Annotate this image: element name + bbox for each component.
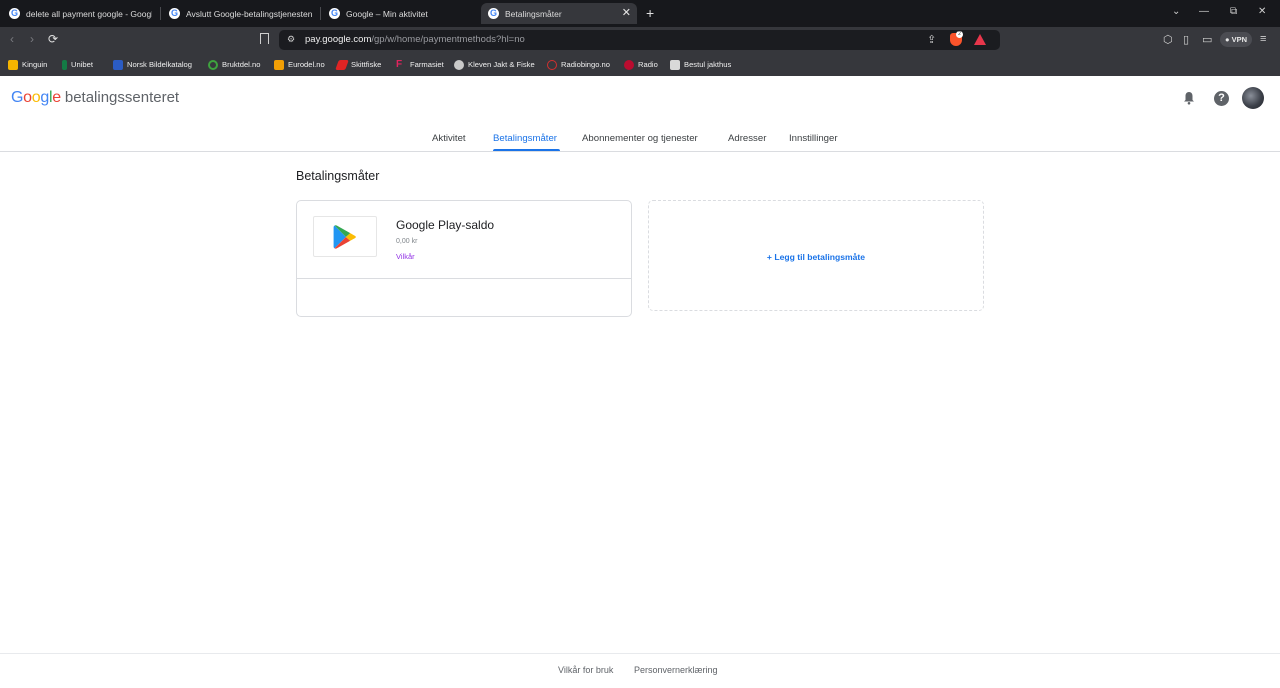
forward-icon[interactable]: ›: [30, 32, 34, 46]
skittfiske-icon: [335, 59, 349, 70]
tab-search-icon[interactable]: ⌄: [1172, 6, 1180, 17]
close-window-icon[interactable]: ✕: [1258, 6, 1266, 17]
privacy-policy-link[interactable]: Personvernerklæring: [634, 665, 718, 675]
add-payment-method-card[interactable]: + Legg til betalingsmåte: [648, 200, 984, 311]
google-play-icon: [333, 225, 356, 249]
account-avatar[interactable]: [1242, 87, 1264, 109]
payment-method-name: Google Play-saldo: [396, 218, 495, 232]
bookmark-item[interactable]: Kleven Jakt & Fiske: [454, 59, 535, 70]
radiobingo-icon: [547, 59, 557, 70]
menu-icon[interactable]: ≡: [1260, 33, 1266, 45]
browser-tab-label: delete all payment google - Google: [26, 8, 152, 19]
browser-tab[interactable]: G delete all payment google - Google: [9, 3, 152, 24]
bestul-icon: [670, 59, 680, 70]
shields-count-badge: 2: [956, 31, 963, 38]
browser-tab[interactable]: G Avslutt Google-betalingstjenesten fo: [169, 3, 312, 24]
browser-tab-label: Google – Min aktivitet: [346, 8, 428, 19]
active-tab-indicator: [493, 149, 560, 151]
payment-method-balance: 0,00 kr: [396, 238, 418, 245]
minimize-icon[interactable]: —: [1199, 6, 1209, 17]
bookmark-item[interactable]: Kinguin: [8, 59, 47, 70]
bookmark-item[interactable]: Norsk Bildelkatalog: [113, 59, 192, 70]
share-icon[interactable]: ⇪: [927, 33, 936, 46]
vpn-button[interactable]: ● VPN: [1220, 32, 1253, 47]
google-wordmark-letter: o: [23, 89, 32, 106]
google-wordmark-letter: g: [40, 89, 49, 106]
add-payment-method-button[interactable]: + Legg til betalingsmåte: [649, 252, 983, 262]
bookmark-item[interactable]: Radio: [624, 59, 658, 70]
google-favicon-icon: G: [169, 8, 180, 19]
page-header: Google betalingssenteret ?: [0, 76, 1280, 124]
back-icon[interactable]: ‹: [10, 32, 14, 46]
farmasiet-icon: F: [396, 58, 403, 70]
google-pay-logo[interactable]: Google betalingssenteret: [11, 89, 179, 107]
unibet-icon: [62, 59, 67, 70]
reload-icon[interactable]: ⟳: [48, 32, 58, 46]
bookmarks-bar: Kinguin Unibet Norsk Bildelkatalog Brukt…: [0, 53, 1280, 76]
extensions-icon[interactable]: ⬡: [1163, 33, 1173, 46]
page-title: Betalingsmåter: [296, 169, 380, 183]
bookmark-icon[interactable]: [260, 33, 269, 44]
google-favicon-icon: G: [488, 8, 499, 19]
tab-divider: [160, 7, 161, 20]
bookmark-item[interactable]: Bruktdel.no: [208, 59, 260, 70]
tab-subscriptions[interactable]: Abonnementer og tjenester: [582, 133, 698, 144]
new-tab-button[interactable]: +: [646, 5, 654, 21]
url-text[interactable]: pay.google.com/gp/w/home/paymentmethods?…: [305, 34, 525, 45]
main-nav: Aktivitet Betalingsmåter Abonnementer og…: [0, 124, 1280, 152]
eurodel-icon: [274, 59, 284, 70]
browser-tab-label: Avslutt Google-betalingstjenesten fo: [186, 8, 312, 19]
browser-toolbar: ‹ › ⟳ ⚙ pay.google.com/gp/w/home/payment…: [0, 27, 1280, 53]
terms-of-service-link[interactable]: Vilkår for bruk: [558, 665, 613, 675]
browser-tab-strip: G delete all payment google - Google G A…: [0, 0, 1280, 27]
bookmark-item[interactable]: Eurodel.no: [274, 59, 325, 70]
card-divider: [297, 278, 631, 279]
google-wordmark-letter: G: [11, 89, 24, 106]
site-info-icon[interactable]: ⚙: [287, 34, 295, 45]
bildel-icon: [113, 59, 123, 70]
product-name: betalingssenteret: [64, 89, 180, 106]
bookmark-item[interactable]: Bestul jakthus: [670, 59, 731, 70]
bookmark-item[interactable]: Unibet: [62, 59, 93, 70]
google-favicon-icon: G: [9, 8, 20, 19]
address-bar[interactable]: ⚙ pay.google.com/gp/w/home/paymentmethod…: [279, 30, 1000, 50]
browser-tab-active[interactable]: G Betalingsmåter ✕: [481, 3, 637, 24]
tab-activity[interactable]: Aktivitet: [432, 133, 466, 144]
payment-method-card[interactable]: Google Play-saldo 0,00 kr Vilkår: [296, 200, 632, 317]
bookmark-item[interactable]: Radiobingo.no: [547, 59, 610, 70]
page-footer: Vilkår for bruk Personvernerklæring: [0, 653, 1280, 688]
notifications-bell-icon[interactable]: [1183, 91, 1195, 105]
payment-method-logo: [313, 216, 377, 257]
google-wordmark-letter: e: [52, 89, 61, 106]
bruktdel-icon: [208, 59, 218, 70]
brave-rewards-icon[interactable]: [974, 34, 986, 45]
google-wordmark: Google: [11, 89, 61, 107]
tab-payment-methods[interactable]: Betalingsmåter: [493, 133, 557, 144]
google-favicon-icon: G: [329, 8, 340, 19]
norway-flag-icon: [624, 59, 634, 70]
help-icon[interactable]: ?: [1214, 91, 1229, 106]
bookmark-item[interactable]: Skittfiske: [335, 59, 381, 70]
globe-icon: [454, 59, 464, 70]
crown-icon: [8, 59, 18, 70]
maximize-icon[interactable]: ⧉: [1230, 6, 1237, 17]
wallet-icon[interactable]: ▭: [1202, 33, 1212, 46]
close-tab-icon[interactable]: ✕: [622, 6, 631, 19]
sidebar-icon[interactable]: ▯: [1183, 33, 1189, 46]
tab-settings[interactable]: Innstillinger: [789, 133, 838, 144]
terms-link[interactable]: Vilkår: [396, 252, 415, 261]
browser-tab-label: Betalingsmåter: [505, 8, 562, 19]
tab-divider: [320, 7, 321, 20]
browser-tab[interactable]: G Google – Min aktivitet: [329, 3, 472, 24]
tab-addresses[interactable]: Adresser: [728, 133, 766, 144]
bookmark-item[interactable]: F Farmasiet: [396, 59, 444, 70]
